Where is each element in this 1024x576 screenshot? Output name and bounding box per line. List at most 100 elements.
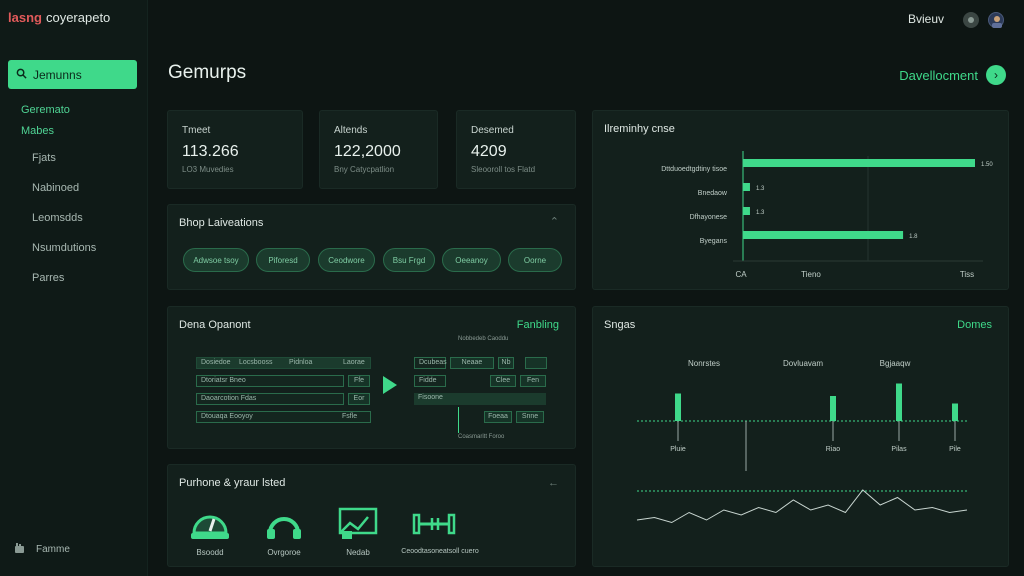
app-title: coyerapeto <box>45 10 111 25</box>
stat-label: Altends <box>334 125 368 136</box>
signal-spike <box>952 403 958 421</box>
demo-right-tag[interactable]: Nb <box>498 357 514 369</box>
sidebar-item-1[interactable]: Fjats <box>32 152 56 164</box>
bar-category-label: Bnedaow <box>698 190 728 197</box>
app-logo: lasng <box>8 10 42 25</box>
bar-category-label: Dfhayonese <box>690 214 727 221</box>
settings-icon[interactable] <box>963 12 979 28</box>
demo-cell: Locsbooss <box>239 359 273 366</box>
demo-title: Dena Opanont <box>179 319 251 331</box>
demo-right-tag[interactable]: Neaae <box>450 357 494 369</box>
signal-spike <box>675 393 681 421</box>
hand-icon <box>14 542 26 557</box>
development-link[interactable]: Davellocment › <box>899 65 1006 85</box>
shop-pill[interactable]: Oorne <box>508 248 562 272</box>
signal-chart-card: Sngas Domes Nonrstes Dovluavam Bgjaaqw Plui… <box>592 306 1009 567</box>
demo-right-tag[interactable]: Snne <box>516 411 544 423</box>
bar-1 <box>743 159 975 167</box>
shop-pill[interactable]: Adwsoe tsoy <box>183 248 249 272</box>
signal-spike-label: Pluie <box>670 446 686 453</box>
demo-card: Dena Opanont Fanbling Nobbedeb Caoddu Do… <box>167 306 576 449</box>
bar-x-tick-label: Tieno <box>801 270 821 279</box>
demo-left-row[interactable]: Daoarcotion Fdas <box>196 393 344 405</box>
demo-left-tag[interactable]: Eor <box>348 393 370 405</box>
demo-right-row[interactable]: Fisoone <box>414 393 546 405</box>
shop-pill[interactable]: Oeeanoy <box>442 248 501 272</box>
demo-cell: Dtouaqa Eooyoy <box>201 413 253 420</box>
gauge-icon[interactable] <box>188 505 232 548</box>
signal-column-label: Bgjaaqw <box>880 359 911 368</box>
demo-cell: Pidnloa <box>289 359 313 366</box>
sidebar-item-3[interactable]: Leomsdds <box>32 212 83 224</box>
demo-left-header: Dosiedoe Locsbooss Pidnloa Laorae <box>196 357 371 369</box>
demo-action[interactable]: Fanbling <box>517 319 559 331</box>
shop-title: Bhop Laiveations <box>179 217 264 229</box>
shop-pill[interactable]: Ceodwore <box>318 248 375 272</box>
demo-right-row[interactable]: Dcubeas <box>414 357 447 369</box>
demo-right-tag[interactable]: Foeaa <box>484 411 512 423</box>
bar-category-label: Dttduoedtgdtiny tisoe <box>661 166 727 173</box>
sidebar-item-2[interactable]: Nabinoed <box>32 182 79 194</box>
purchase-card: Purhone & yraur lsted ← Bsoodd Ovrgoroe … <box>167 464 576 567</box>
demo-cell: Laorae <box>343 359 365 366</box>
bar-chart: Dttduoedtgdtiny tisoe 1.50 Bnedaow 1.3 Dfhay… <box>661 151 993 279</box>
play-icon[interactable] <box>382 375 398 400</box>
dumbbell-icon[interactable] <box>410 505 458 548</box>
demo-cell: Dosiedoe <box>201 359 231 366</box>
sidebar-footer-label: Famme <box>36 544 70 555</box>
stat-sub: Bny Catycpatlion <box>334 165 395 174</box>
purchase-label: Ceoodtasoneatsoll cuero <box>401 548 479 555</box>
bar-value-label: 1.3 <box>756 186 765 192</box>
stat-sub: Sleooroll tos Flatd <box>471 165 536 174</box>
stat-label: Tmeet <box>182 125 211 136</box>
signal-column-label: Nonrstes <box>688 359 720 368</box>
shop-pill[interactable]: Bsu Frgd <box>383 248 435 272</box>
sidebar-item-5[interactable]: Parres <box>32 272 64 284</box>
signal-wave-line <box>636 489 968 524</box>
demo-right-tag[interactable]: Fen <box>520 375 546 387</box>
demo-cell: Fsfle <box>342 413 358 420</box>
bar-2 <box>743 183 750 191</box>
bar-chart-card: Ilreminhy cnse Dttduoedtgdtiny tisoe 1.50… <box>592 110 1009 290</box>
stat-card-2[interactable]: Altends 122,2000 Bny Catycpatlion <box>319 110 438 189</box>
ticket-icon[interactable] <box>336 505 380 548</box>
demo-right-row[interactable]: Fidde <box>414 375 446 387</box>
signal-spike-label: Pilas <box>891 446 907 453</box>
demo-connector <box>458 407 459 433</box>
purchase-title: Purhone & yraur lsted <box>179 477 286 489</box>
bar-value-label: 1.3 <box>756 210 765 216</box>
search-icon <box>16 68 27 82</box>
demo-left-row[interactable]: Dtoriatsr Bneo <box>196 375 344 387</box>
user-menu[interactable]: Bvieuv <box>908 12 944 26</box>
stat-value: 4209 <box>471 143 507 160</box>
sidebar: lasng coyerapeto Jemunns Geremato Mabes … <box>0 0 148 576</box>
page-title: Gemurps <box>168 62 247 83</box>
avatar[interactable] <box>988 12 1004 28</box>
app-brand[interactable]: lasng coyerapeto <box>8 10 110 25</box>
bar-x-tick-label: CA <box>735 270 747 279</box>
sidebar-section-1[interactable]: Geremato <box>21 104 70 116</box>
arrow-left-icon[interactable]: ← <box>548 477 559 489</box>
signal-spike-label: Pile <box>949 446 961 453</box>
bar-3 <box>743 207 750 215</box>
stat-card-1[interactable]: Tmeet 113.266 LO3 Muvedies <box>167 110 303 189</box>
stat-card-3[interactable]: Desemed 4209 Sleooroll tos Flatd <box>456 110 576 189</box>
demo-top-label: Nobbedeb Caoddu <box>458 336 509 342</box>
demo-right-tag[interactable]: Clee <box>490 375 516 387</box>
signal-column-label: Dovluavam <box>783 359 823 368</box>
bar-x-tick-label: Tiss <box>960 270 974 279</box>
signal-spike <box>830 396 836 421</box>
sidebar-section-2[interactable]: Mabes <box>21 125 54 137</box>
sidebar-item-4[interactable]: Nsumdutions <box>32 242 96 254</box>
shop-pill[interactable]: Piforesd <box>256 248 310 272</box>
sidebar-footer[interactable]: Famme <box>14 542 70 557</box>
chevron-right-icon: › <box>986 65 1006 85</box>
headphones-icon[interactable] <box>264 505 304 548</box>
chevron-up-icon[interactable]: ⌃ <box>550 215 559 228</box>
demo-left-row[interactable]: Dtouaqa Eooyoy Fsfle <box>196 411 371 423</box>
stat-label: Desemed <box>471 125 514 136</box>
demo-right-badge[interactable] <box>525 357 547 369</box>
demo-left-tag[interactable]: Ffe <box>348 375 370 387</box>
bar-value-label: 1.50 <box>981 162 993 168</box>
search-button[interactable]: Jemunns <box>8 60 137 89</box>
